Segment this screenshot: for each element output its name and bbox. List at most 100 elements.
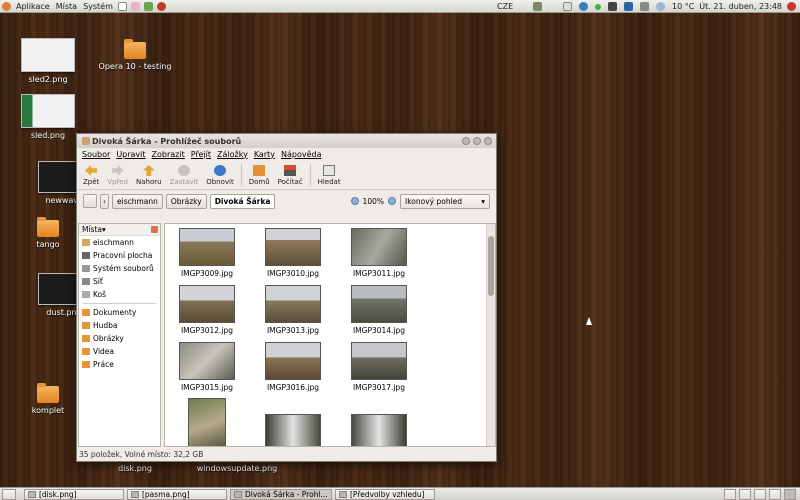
minimize-button[interactable]: [462, 137, 470, 145]
trash-icon[interactable]: [784, 488, 796, 500]
file-item[interactable]: [339, 414, 419, 446]
clipboard-icon[interactable]: [533, 1, 542, 11]
sidebar-item-desktop[interactable]: Pracovní plocha: [79, 249, 160, 262]
trash-icon: [82, 291, 90, 298]
network-launcher-icon[interactable]: [143, 1, 153, 11]
bottom-panel: [disk.png] [pasma.png] Divoká Šárka - Pr…: [0, 487, 800, 500]
keyboard-layout[interactable]: CZE: [497, 2, 513, 11]
file-item[interactable]: IMGP3009.jpg: [167, 228, 247, 278]
workspace-1[interactable]: [724, 488, 736, 500]
mail-icon[interactable]: [562, 2, 572, 11]
file-item[interactable]: IMGP3015.jpg: [167, 342, 247, 392]
sidebar-item-home[interactable]: eischmann: [79, 236, 160, 249]
battery-icon[interactable]: [607, 2, 617, 11]
vertical-scrollbar[interactable]: [486, 224, 495, 446]
sidebar-item-trash[interactable]: Koš: [79, 288, 160, 301]
menu-applications[interactable]: Aplikace: [13, 2, 53, 11]
taskbar-item-disk[interactable]: [disk.png]: [24, 488, 124, 500]
breadcrumb-obrazky[interactable]: Obrázky: [165, 193, 207, 209]
file-item[interactable]: IMGP3010.jpg: [253, 228, 333, 278]
file-item[interactable]: IMGP3011.jpg: [339, 228, 419, 278]
toolbar-separator: [309, 164, 311, 186]
file-item[interactable]: [253, 414, 333, 446]
sidebar-item-work[interactable]: Práce: [79, 358, 160, 371]
desktop-folder-opera[interactable]: Opera 10 - testing: [90, 39, 180, 71]
menubar: Soubor Upravit Zobrazit Přejít Záložky K…: [77, 148, 496, 160]
file-item[interactable]: IMGP3013.jpg: [253, 285, 333, 335]
clock[interactable]: Út. 21. duben, 23:48: [699, 2, 782, 11]
workspace-2[interactable]: [739, 488, 751, 500]
toggle-location-button[interactable]: [83, 194, 97, 208]
workspace-3[interactable]: [754, 488, 766, 500]
menu-edit[interactable]: Upravit: [113, 150, 148, 159]
desktop-file-sled2[interactable]: sled2.png: [3, 38, 93, 84]
scrollbar-thumb[interactable]: [488, 236, 494, 296]
close-sidebar-icon[interactable]: [151, 226, 158, 233]
menu-file[interactable]: Soubor: [79, 150, 113, 159]
image-thumbnail-icon: [21, 38, 75, 72]
home-button[interactable]: Domů: [245, 165, 274, 189]
power-icon[interactable]: [787, 2, 796, 11]
file-icon-view[interactable]: IMGP3009.jpg IMGP3010.jpg IMGP3011.jpg I…: [164, 223, 496, 447]
menu-go[interactable]: Přejít: [188, 150, 214, 159]
forward-button[interactable]: Vpřed: [103, 165, 132, 189]
sidebar-item-filesystem[interactable]: Systém souborů: [79, 262, 160, 275]
menu-places[interactable]: Místa: [53, 2, 80, 11]
search-button[interactable]: Hledat: [314, 165, 345, 189]
back-button[interactable]: Zpět: [79, 165, 103, 189]
search-icon: [323, 165, 336, 176]
menu-system[interactable]: Systém: [80, 2, 116, 11]
menu-tabs[interactable]: Karty: [251, 150, 278, 159]
temperature[interactable]: 10 °C: [672, 2, 694, 11]
menu-bookmarks[interactable]: Záložky: [214, 150, 251, 159]
desktop-icon-label: tango: [36, 240, 60, 249]
sidebar-header[interactable]: Místa ▾: [79, 224, 160, 236]
mouse-cursor-icon: [586, 317, 592, 325]
file-item[interactable]: IMGP3016.jpg: [253, 342, 333, 392]
breadcrumb-back-arrow[interactable]: ‹: [100, 193, 109, 209]
taskbar-item-pasma[interactable]: [pasma.png]: [127, 488, 227, 500]
view-mode-select[interactable]: Ikonový pohled ▾: [400, 193, 490, 209]
zoom-out-icon[interactable]: [350, 197, 359, 205]
desktop-file-disk[interactable]: disk.png: [90, 464, 180, 473]
sidebar-item-network[interactable]: Síť: [79, 275, 160, 288]
network-icon[interactable]: [578, 2, 588, 11]
sidebar-item-pictures[interactable]: Obrázky: [79, 332, 160, 345]
sidebar-item-documents[interactable]: Dokumenty: [79, 306, 160, 319]
text-editor-icon[interactable]: [117, 1, 127, 11]
stop-button[interactable]: Zastavit: [166, 165, 203, 189]
breadcrumb-eischmann[interactable]: eischmann: [112, 193, 163, 209]
sidebar-separator: [83, 303, 156, 304]
volume-icon[interactable]: [639, 2, 649, 11]
breadcrumb-current[interactable]: Divoká Šárka: [209, 193, 276, 209]
bluetooth-icon[interactable]: [623, 2, 633, 11]
menu-view[interactable]: Zobrazit: [149, 150, 188, 159]
workspace-4[interactable]: [769, 488, 781, 500]
ubuntu-logo-icon[interactable]: [2, 1, 11, 11]
file-item[interactable]: IMGP3014.jpg: [339, 285, 419, 335]
opera-icon[interactable]: [156, 1, 166, 11]
taskbar-item-file-manager[interactable]: Divoká Šárka - Prohl...: [230, 488, 332, 500]
zoom-in-icon[interactable]: [388, 197, 396, 205]
image-thumbnail-icon: [38, 273, 78, 305]
file-item[interactable]: [167, 398, 247, 446]
taskbar-item-appearance[interactable]: [Předvolby vzhledu]: [335, 488, 435, 500]
sidebar-item-music[interactable]: Hudba: [79, 319, 160, 332]
desktop-file-windowsupdate[interactable]: windowsupdate.png: [192, 464, 282, 473]
sidebar-item-videos[interactable]: Videa: [79, 345, 160, 358]
image-thumbnail-icon: [179, 342, 235, 380]
up-button[interactable]: Nahoru: [132, 165, 166, 189]
help-icon[interactable]: [130, 1, 140, 11]
show-desktop-button[interactable]: [2, 488, 16, 500]
zoom-level: 100%: [362, 196, 384, 206]
status-online-icon[interactable]: [594, 3, 601, 10]
file-item[interactable]: IMGP3012.jpg: [167, 285, 247, 335]
desktop-icon-label: sled.png: [30, 131, 66, 140]
computer-button[interactable]: Počítač: [274, 165, 307, 189]
close-button[interactable]: [484, 137, 492, 145]
menu-help[interactable]: Nápověda: [278, 150, 325, 159]
maximize-button[interactable]: [473, 137, 481, 145]
window-titlebar[interactable]: Divoká Šárka - Prohlížeč souborů: [77, 134, 496, 148]
file-item[interactable]: IMGP3017.jpg: [339, 342, 419, 392]
reload-button[interactable]: Obnovit: [202, 165, 238, 189]
